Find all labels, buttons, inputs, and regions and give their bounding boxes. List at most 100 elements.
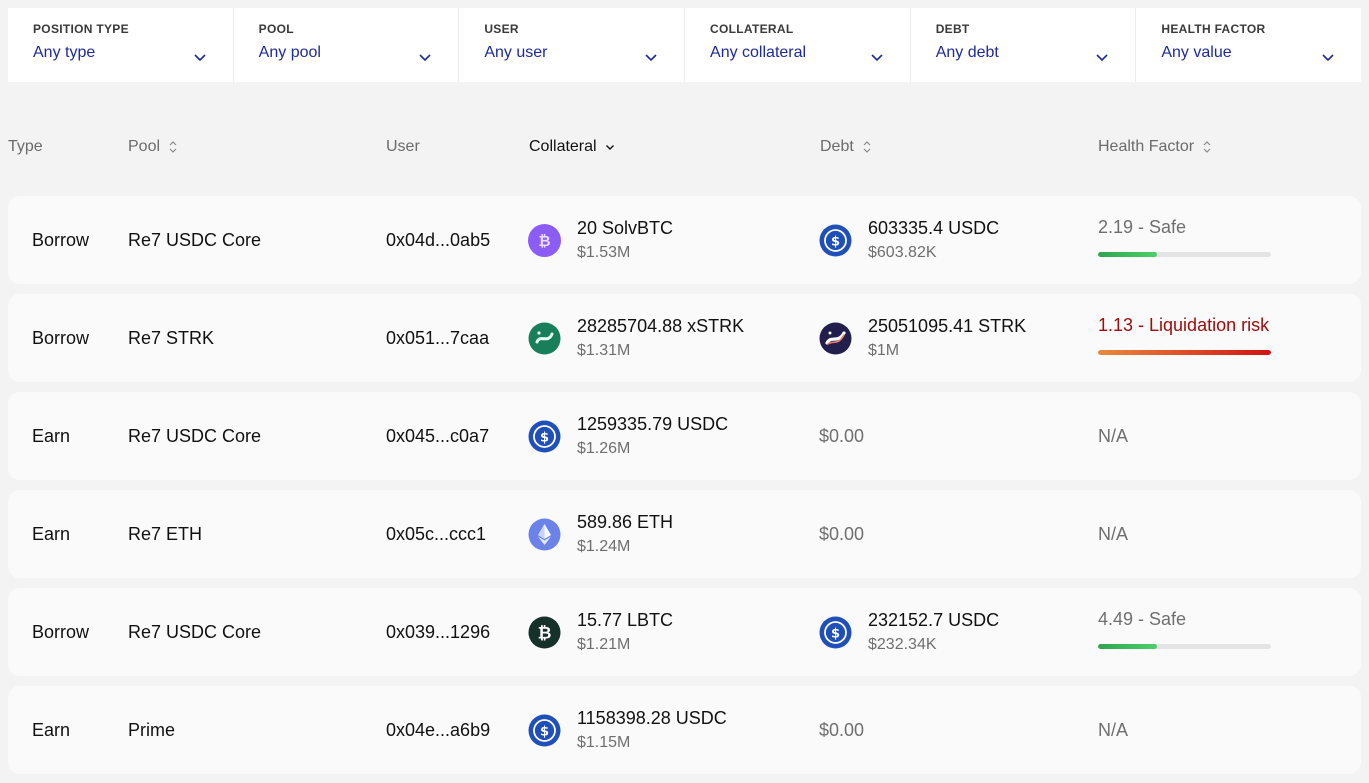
table-row[interactable]: Earn Prime 0x04e...a6b9 $ 1158398.28 USD… xyxy=(8,686,1361,774)
debt-amount: 603335.4 USDC xyxy=(868,218,1000,238)
chevron-down-icon[interactable] xyxy=(644,52,658,62)
pool-cell: Re7 USDC Core xyxy=(128,229,262,250)
health-factor-cell: N/A xyxy=(1098,523,1129,544)
collateral-amount: 20 SolvBTC xyxy=(577,218,674,238)
health-factor-cell: 4.49 - Safe xyxy=(1098,588,1271,676)
filter-value[interactable]: Any collateral xyxy=(710,44,886,62)
health-factor-bar xyxy=(1098,252,1271,257)
column-header-health-factor[interactable]: Health Factor xyxy=(1098,138,1212,156)
debt-usd: $232.34K xyxy=(868,636,937,653)
filter-pool[interactable]: POOL Any pool xyxy=(234,8,460,82)
filter-health-factor[interactable]: HEALTH FACTOR Any value xyxy=(1136,8,1361,82)
debt-cell: $ 232152.7 USDC $232.34K xyxy=(819,588,999,676)
chevron-down-icon[interactable] xyxy=(418,52,432,62)
sort-icon[interactable] xyxy=(1202,140,1212,154)
debt-cell: 25051095.41 STRK $1M xyxy=(819,294,1026,382)
sort-icon[interactable] xyxy=(862,140,872,154)
user-cell[interactable]: 0x05c...ccc1 xyxy=(386,490,486,578)
column-label: Health Factor xyxy=(1098,138,1195,155)
filter-user[interactable]: USER Any user xyxy=(459,8,686,82)
collateral-usd: $1.24M xyxy=(577,538,631,555)
debt-cell: $0.00 xyxy=(819,719,865,740)
collateral-cell: 589.86 ETH $1.24M xyxy=(528,490,673,578)
table-row[interactable]: Borrow Re7 USDC Core 0x039...1296 ₿ 15.7… xyxy=(8,588,1361,676)
collateral-cell: $ 1259335.79 USDC $1.26M xyxy=(528,392,728,480)
health-factor-text: 2.19 - Safe xyxy=(1098,217,1187,237)
sort-descending-icon[interactable] xyxy=(605,140,615,154)
type-cell: Borrow xyxy=(32,621,90,642)
svg-text:$: $ xyxy=(540,724,549,739)
lbtc-icon: ₿ xyxy=(528,616,561,649)
filter-label: POSITION TYPE xyxy=(33,22,129,36)
filter-label: DEBT xyxy=(935,22,970,36)
filter-label: USER xyxy=(484,22,519,36)
pool-cell: Re7 STRK xyxy=(128,327,215,348)
column-label: Pool xyxy=(128,138,161,155)
column-label: User xyxy=(386,138,420,155)
xstrk-icon xyxy=(528,322,561,355)
filter-label: POOL xyxy=(258,22,294,36)
type-cell: Borrow xyxy=(32,327,90,348)
pool-cell: Prime xyxy=(128,719,176,740)
strk-icon xyxy=(819,322,852,355)
health-factor-text: 1.13 - Liquidation risk xyxy=(1098,315,1270,335)
type-cell: Earn xyxy=(32,523,71,544)
chevron-down-icon[interactable] xyxy=(870,52,884,62)
table-row[interactable]: Borrow Re7 USDC Core 0x04d...0ab5 ₿ 20 S… xyxy=(8,196,1361,284)
column-header-debt[interactable]: Debt xyxy=(820,138,872,156)
sort-icon[interactable] xyxy=(168,140,178,154)
pool-cell: Re7 ETH xyxy=(128,523,203,544)
column-label: Debt xyxy=(820,138,854,155)
user-cell[interactable]: 0x045...c0a7 xyxy=(386,392,489,480)
filter-value[interactable]: Any debt xyxy=(936,44,1112,62)
user-cell[interactable]: 0x039...1296 xyxy=(386,588,490,676)
collateral-usd: $1.15M xyxy=(577,734,631,751)
column-header-pool[interactable]: Pool xyxy=(128,138,178,156)
table-row[interactable]: Earn Re7 ETH 0x05c...ccc1 589.86 ETH $1.… xyxy=(8,490,1361,578)
usdc-icon: $ xyxy=(819,224,852,257)
solvbtc-icon: ₿ xyxy=(528,223,561,257)
svg-text:$: $ xyxy=(831,626,840,641)
health-factor-bar xyxy=(1098,644,1271,649)
svg-text:$: $ xyxy=(540,430,549,445)
chevron-down-icon[interactable] xyxy=(193,52,207,62)
svg-text:₿: ₿ xyxy=(538,232,550,250)
filter-label: COLLATERAL xyxy=(710,22,794,36)
svg-text:₿: ₿ xyxy=(538,623,552,643)
usdc-icon: $ xyxy=(528,714,561,747)
table-row[interactable]: Borrow Re7 STRK 0x051...7caa 28285704.88… xyxy=(8,294,1361,382)
column-header-collateral[interactable]: Collateral xyxy=(529,138,615,156)
health-factor-text: 4.49 - Safe xyxy=(1098,609,1187,629)
collateral-amount: 15.77 LBTC xyxy=(577,610,674,630)
health-factor-cell: 2.19 - Safe xyxy=(1098,196,1271,284)
column-header-user: User xyxy=(386,138,420,156)
user-cell[interactable]: 0x04d...0ab5 xyxy=(386,196,490,284)
column-label: Collateral xyxy=(529,138,597,155)
user-cell[interactable]: 0x04e...a6b9 xyxy=(386,686,490,774)
table-row[interactable]: Earn Re7 USDC Core 0x045...c0a7 $ 125933… xyxy=(8,392,1361,480)
health-factor-fill xyxy=(1098,252,1157,257)
filter-value[interactable]: Any pool xyxy=(259,44,435,62)
column-header-type: Type xyxy=(8,138,43,156)
filter-bar: POSITION TYPE Any type POOL Any pool USE… xyxy=(8,8,1361,82)
filter-position-type[interactable]: POSITION TYPE Any type xyxy=(8,8,234,82)
collateral-amount: 28285704.88 xSTRK xyxy=(577,316,745,336)
filter-debt[interactable]: DEBT Any debt xyxy=(911,8,1137,82)
collateral-cell: ₿ 20 SolvBTC $1.53M xyxy=(528,196,673,284)
collateral-cell: ₿ 15.77 LBTC $1.21M xyxy=(528,588,673,676)
filter-value[interactable]: Any user xyxy=(484,44,660,62)
pool-cell: Re7 USDC Core xyxy=(128,621,262,642)
type-cell: Borrow xyxy=(32,229,90,250)
usdc-icon: $ xyxy=(528,420,561,453)
collateral-amount: 1158398.28 USDC xyxy=(577,708,727,728)
health-factor-fill xyxy=(1098,644,1157,649)
filter-collateral[interactable]: COLLATERAL Any collateral xyxy=(685,8,911,82)
collateral-amount: 589.86 ETH xyxy=(577,512,674,532)
chevron-down-icon[interactable] xyxy=(1321,52,1335,62)
user-cell[interactable]: 0x051...7caa xyxy=(386,294,489,382)
collateral-usd: $1.53M xyxy=(577,244,631,261)
collateral-usd: $1.26M xyxy=(577,440,631,457)
filter-value[interactable]: Any type xyxy=(33,44,209,62)
filter-value[interactable]: Any value xyxy=(1161,44,1337,62)
chevron-down-icon[interactable] xyxy=(1095,52,1109,62)
